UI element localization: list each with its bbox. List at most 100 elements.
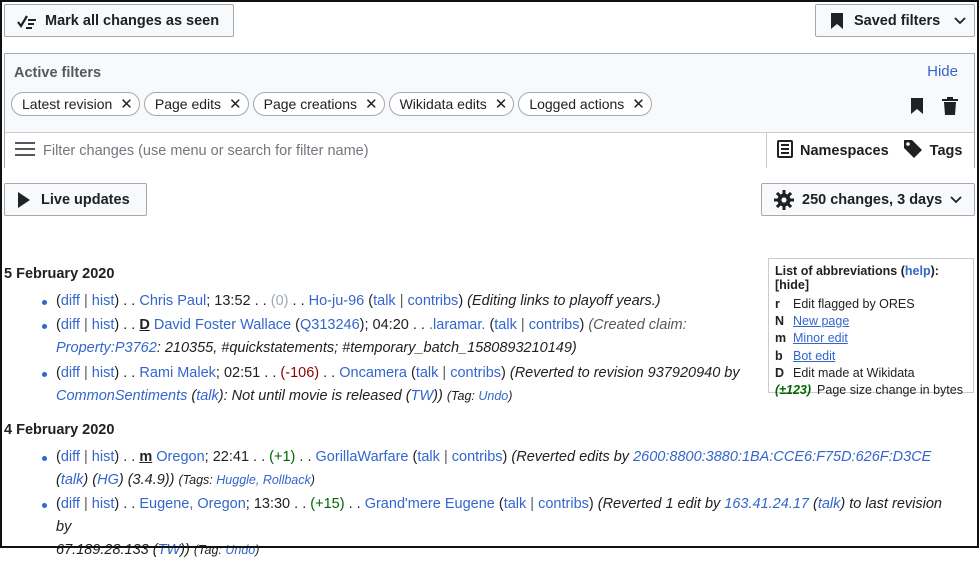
user-link[interactable]: Oncamera (339, 365, 407, 381)
edit-summary-end: )) (180, 542, 190, 558)
ip-text: 67.189.28.133 (56, 542, 149, 558)
namespaces-button[interactable]: Namespaces (777, 139, 889, 162)
filter-chip[interactable]: Logged actions ✕ (518, 92, 652, 116)
close-icon[interactable]: ✕ (365, 95, 378, 113)
gear-icon (774, 189, 802, 210)
page-link[interactable]: Eugene, Oregon (139, 496, 245, 512)
edit-time: 13:52 (214, 293, 251, 309)
summary-user-link[interactable]: CommonSentiments (56, 388, 187, 404)
tag-prefix: (Tag: (193, 543, 222, 557)
close-icon[interactable]: ✕ (120, 95, 133, 113)
ip-link[interactable]: 163.41.24.17 (724, 496, 809, 512)
play-icon (17, 191, 41, 209)
talk-link[interactable]: talk (373, 293, 396, 309)
change-entry: (diff | hist) . . D David Foster Wallace… (42, 314, 956, 360)
tag-end: ) (255, 543, 260, 557)
filter-chip[interactable]: Latest revision ✕ (11, 92, 140, 116)
edit-summary-cont: CommonSentiments (talk): Not until movie… (56, 388, 513, 404)
hist-link[interactable]: hist (92, 449, 115, 465)
page-link[interactable]: Chris Paul (139, 293, 206, 309)
chevron-down-icon (954, 16, 966, 25)
page-link[interactable]: Rami Malek (139, 365, 216, 381)
user-link[interactable]: GorillaWarfare (316, 449, 409, 465)
change-entry: (diff | hist) . . Chris Paul; 13:52 . . … (42, 290, 956, 313)
saved-filters-button[interactable]: Saved filters (815, 4, 975, 37)
talk-link[interactable]: talk (494, 317, 517, 333)
talk-link[interactable]: talk (504, 496, 527, 512)
tag-list: (Tags: Huggle, Rollback) (179, 473, 315, 487)
talk-link[interactable]: talk (416, 365, 439, 381)
tag-list: (Tag: Undo) (447, 389, 513, 403)
mark-all-seen-button[interactable]: Mark all changes as seen (4, 4, 234, 37)
filter-chip[interactable]: Page creations ✕ (252, 92, 385, 116)
live-updates-button[interactable]: Live updates (4, 183, 147, 216)
size-change: (+15) (310, 496, 345, 512)
legend-title-text: List of abbreviations ( (775, 264, 905, 278)
tags-button[interactable]: Tags (903, 139, 962, 163)
edit-summary-cont: 67.189.28.133 (TW)) (Tag: Undo) (56, 542, 260, 558)
filter-chip[interactable]: Wikidata edits ✕ (388, 92, 515, 116)
filter-search-placeholder: Filter changes (use menu or search for f… (43, 142, 369, 159)
tw-link[interactable]: TW (411, 388, 434, 404)
tag-link[interactable]: Undo (478, 389, 508, 403)
qid-link[interactable]: Q313246 (300, 317, 360, 333)
panel-actions (910, 97, 958, 118)
user-link[interactable]: .laramar. (429, 317, 485, 333)
hist-link[interactable]: hist (92, 365, 115, 381)
namespaces-icon (777, 139, 800, 162)
change-entry: (diff | hist) . . Rami Malek; 02:51 . . … (42, 362, 956, 408)
edit-summary: (Created claim: (588, 317, 687, 333)
namespace-tag-buttons: Namespaces Tags (777, 133, 976, 168)
contribs-link[interactable]: contribs (408, 293, 459, 309)
diff-link[interactable]: diff (61, 449, 80, 465)
diff-link[interactable]: diff (61, 365, 80, 381)
bookmark-icon[interactable] (910, 97, 924, 118)
menu-icon[interactable] (15, 141, 35, 160)
diff-link[interactable]: diff (61, 496, 80, 512)
summary-talk-link[interactable]: talk (61, 472, 84, 488)
talk-link[interactable]: talk (417, 449, 440, 465)
contribs-link[interactable]: contribs (452, 449, 503, 465)
tw-link[interactable]: TW (158, 542, 181, 558)
contribs-link[interactable]: contribs (538, 496, 589, 512)
contribs-link[interactable]: contribs (529, 317, 580, 333)
hide-filters-link[interactable]: Hide (927, 63, 958, 80)
mark-all-seen-label: Mark all changes as seen (45, 12, 220, 29)
hist-link[interactable]: hist (92, 496, 115, 512)
edit-summary-cont: Property:P3762: 210355, #quickstatements… (56, 337, 956, 360)
changes-options-button[interactable]: 250 changes, 3 days (761, 183, 975, 216)
hist-link[interactable]: hist (92, 293, 115, 309)
user-link[interactable]: Grand'mere Eugene (365, 496, 495, 512)
filter-search-input[interactable]: Filter changes (use menu or search for f… (5, 133, 767, 168)
trash-icon[interactable] (942, 97, 958, 118)
summary-talk-link[interactable]: talk (196, 388, 219, 404)
tag-prefix: (Tags: (178, 473, 213, 487)
property-link[interactable]: Property:P3762 (56, 340, 157, 356)
legend-help-link[interactable]: help (905, 264, 931, 278)
page-link[interactable]: David Foster Wallace (154, 317, 291, 333)
change-entry: (diff | hist) . . m Oregon; 22:41 . . (+… (42, 446, 956, 492)
edit-summary-rest: ): Not until movie is released ( (218, 388, 411, 404)
contribs-link[interactable]: contribs (450, 365, 501, 381)
close-icon[interactable]: ✕ (632, 95, 645, 113)
diff-link[interactable]: diff (61, 317, 80, 333)
changes-options-label: 250 changes, 3 days (802, 191, 943, 208)
summary-talk-link[interactable]: talk (818, 496, 841, 512)
page-link[interactable]: Oregon (156, 449, 204, 465)
user-link[interactable]: Ho-ju-96 (309, 293, 365, 309)
size-change: (-106) (280, 365, 320, 381)
ip-link[interactable]: 2600:8800:3880:1BA:CCE6:F75D:626F:D3CE (633, 449, 931, 465)
tag-link[interactable]: Huggle, Rollback (216, 473, 311, 487)
edit-summary-end: )) (433, 388, 443, 404)
hist-link[interactable]: hist (92, 317, 115, 333)
filter-chip[interactable]: Page edits ✕ (143, 92, 249, 116)
close-icon[interactable]: ✕ (229, 95, 242, 113)
tag-list: (Tag: Undo) (194, 543, 260, 557)
edit-time: 04:20 (372, 317, 409, 333)
hg-link[interactable]: HG (97, 472, 119, 488)
tag-link[interactable]: Undo (225, 543, 255, 557)
tag-end: ) (508, 389, 513, 403)
bookmark-icon (830, 12, 844, 30)
close-icon[interactable]: ✕ (495, 95, 508, 113)
diff-link[interactable]: diff (61, 293, 80, 309)
